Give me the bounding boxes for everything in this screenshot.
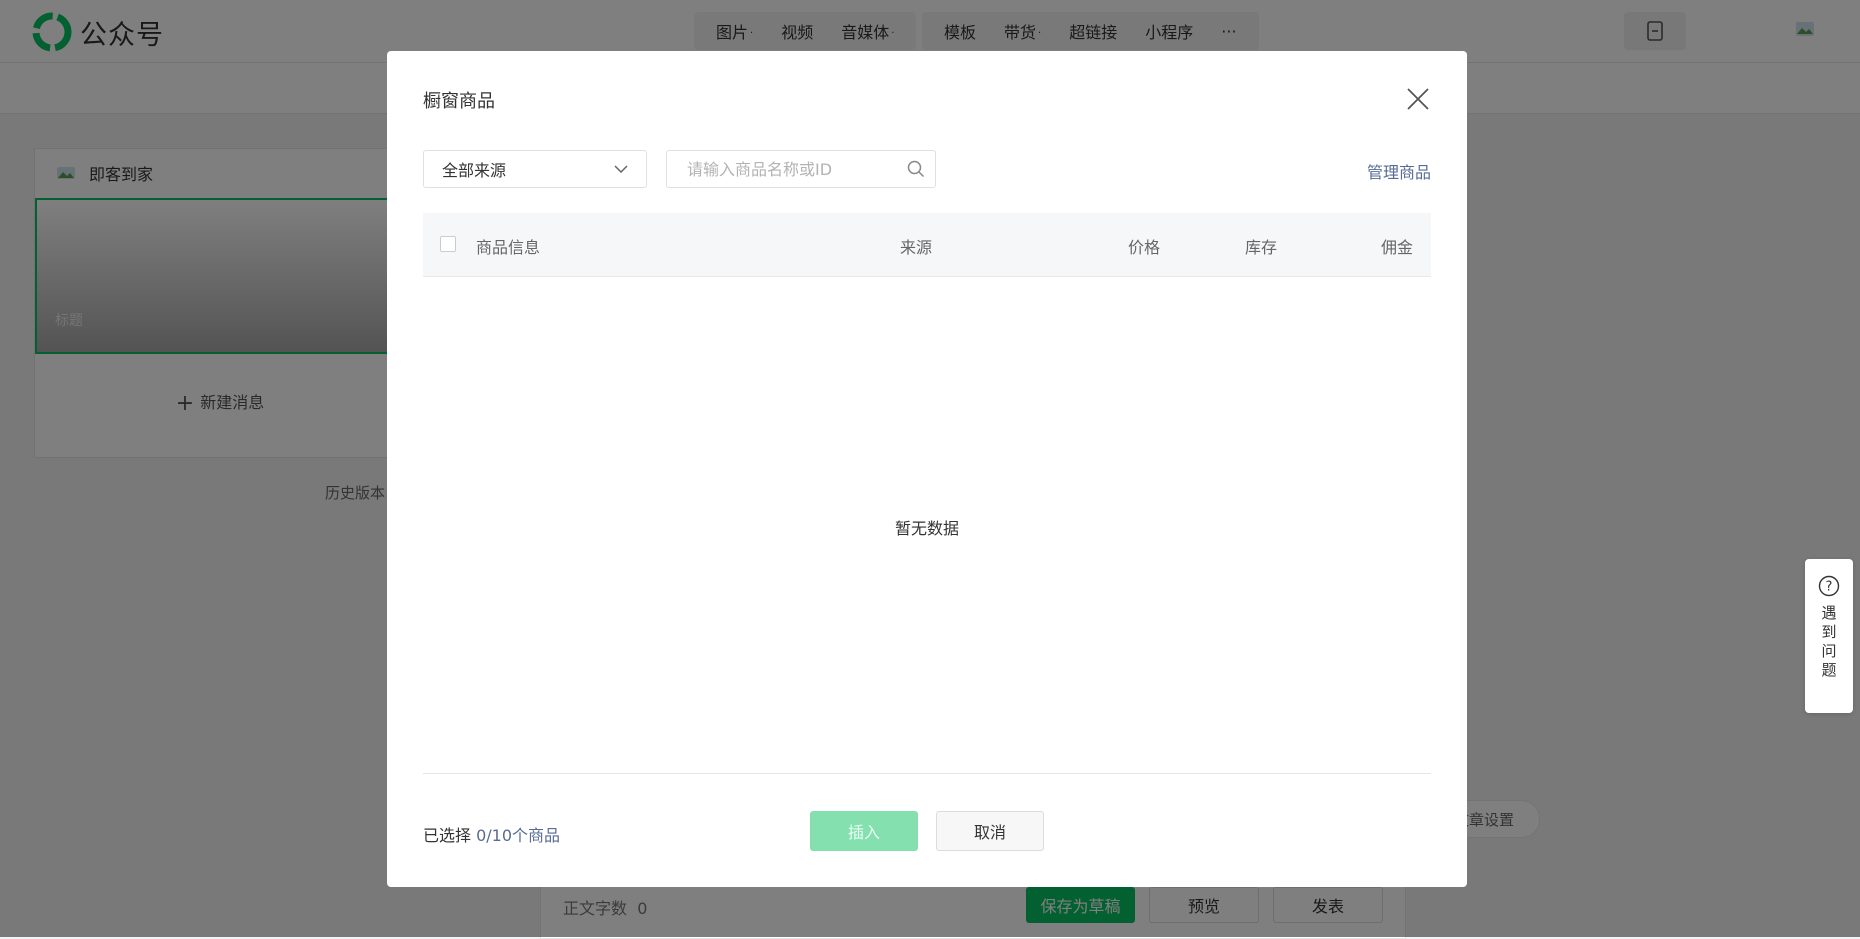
insert-button[interactable]: 插入 [810, 811, 918, 851]
column-commission: 佣金 [1381, 238, 1414, 257]
chevron-down-icon [614, 165, 628, 173]
column-price: 价格 [1128, 238, 1161, 257]
close-icon[interactable] [1406, 87, 1430, 111]
source-select-value: 全部来源 [442, 161, 507, 180]
selected-count: 已选择 0/10个商品 [423, 826, 561, 845]
svg-text:?: ? [1826, 580, 1833, 595]
select-all-checkbox[interactable] [440, 236, 456, 252]
column-stock: 库存 [1245, 238, 1278, 257]
dialog-divider [423, 773, 1431, 774]
help-label: 遇到问题 [1819, 605, 1838, 681]
manage-goods-link[interactable]: 管理商品 [1367, 159, 1431, 183]
goods-search [666, 150, 936, 188]
question-icon: ? [1818, 575, 1840, 597]
dialog-title: 橱窗商品 [423, 91, 495, 112]
goods-search-input[interactable] [685, 158, 907, 180]
column-source: 来源 [900, 238, 933, 257]
help-widget[interactable]: ? 遇到问题 [1805, 559, 1853, 713]
empty-state: 暂无数据 [894, 519, 959, 538]
showcase-goods-dialog: 橱窗商品 全部来源 管理商品 商品信息 来源 价格 库存 佣金 暂无数据 已选择… [387, 51, 1467, 887]
cancel-button[interactable]: 取消 [936, 811, 1044, 851]
source-select[interactable]: 全部来源 [423, 150, 647, 188]
goods-table-header: 商品信息 来源 价格 库存 佣金 [423, 213, 1431, 277]
column-goods-info: 商品信息 [476, 238, 541, 257]
search-icon[interactable] [907, 160, 925, 178]
